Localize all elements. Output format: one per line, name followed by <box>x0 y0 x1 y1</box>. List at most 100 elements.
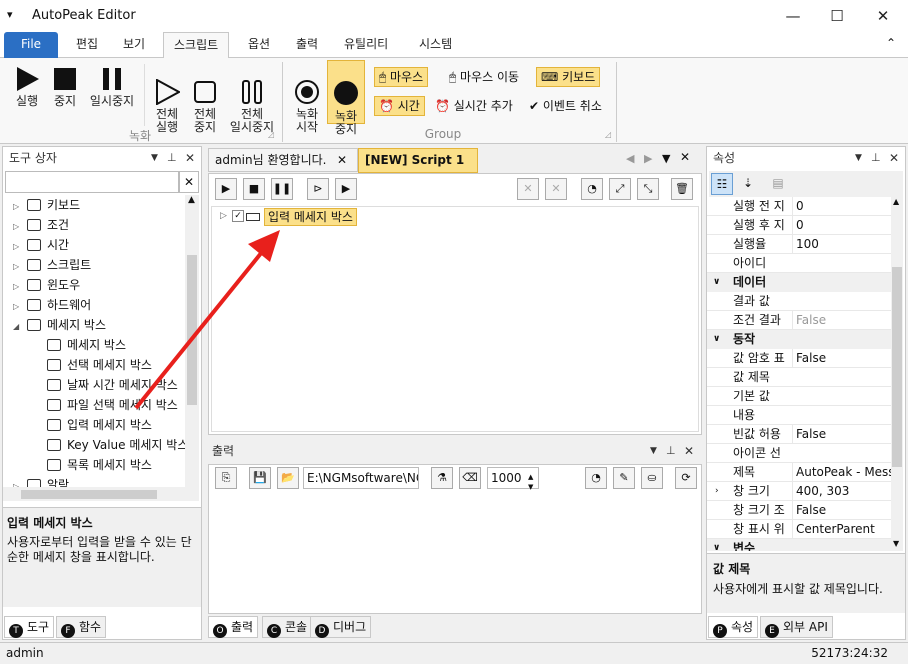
property-category[interactable]: ∨ 데이터 <box>707 273 891 292</box>
tab-debug[interactable]: D 디버그 <box>310 616 372 638</box>
category-collapse-icon[interactable]: ∨ <box>713 539 720 551</box>
tree-expander-icon[interactable]: ▷ <box>13 277 27 297</box>
tab-script[interactable]: 스크립트 <box>163 32 230 59</box>
tree-expander-icon[interactable]: ▷ <box>13 217 27 237</box>
minimize-button[interactable]: — <box>770 0 816 32</box>
toolbox-item[interactable]: ▷ 윈도우 <box>3 275 185 295</box>
event-cancel-toggle[interactable]: ✔ 이벤트 취소 <box>524 96 607 116</box>
property-value[interactable]: False <box>792 349 891 368</box>
toolbox-item[interactable]: ▷ 키보드 <box>3 195 185 215</box>
toolbox-item[interactable]: Key Value 메세지 박스 <box>3 435 185 455</box>
run-button[interactable]: 실행 <box>10 66 44 108</box>
stepper-down-icon[interactable]: ▼ <box>528 477 533 497</box>
property-value[interactable]: 400, 303 <box>792 482 891 501</box>
tab-output-log[interactable]: O 출력 <box>208 616 259 638</box>
auto-scroll-button[interactable]: ⚗ <box>431 467 453 489</box>
save-log-button[interactable]: 💾 <box>249 467 271 489</box>
property-row[interactable]: 아이디 <box>707 254 891 273</box>
tab-external-api[interactable]: E 외부 API <box>760 616 833 638</box>
prop-scroll-up-icon[interactable]: ▲ <box>893 197 899 206</box>
close-editor-icon[interactable]: ✕ <box>680 150 690 164</box>
log-path-input[interactable]: E:\NGMsoftware\NG <box>303 467 419 489</box>
property-row[interactable]: 조건 결과 False <box>707 311 891 330</box>
prop-scroll-down-icon[interactable]: ▼ <box>893 539 899 548</box>
property-value[interactable]: False <box>792 501 891 520</box>
close-button[interactable]: ✕ <box>860 0 906 32</box>
tab-console[interactable]: C 콘솔 <box>262 616 313 638</box>
output-dropdown-icon[interactable]: ▼ <box>650 440 657 462</box>
property-row[interactable]: 실행 전 지 0 <box>707 197 891 216</box>
property-row[interactable]: 내용 <box>707 406 891 425</box>
property-row[interactable]: 결과 값 <box>707 292 891 311</box>
toolbox-item[interactable]: 날짜 시간 메세지 박스 <box>3 375 185 395</box>
close-tab-icon[interactable]: ✕ <box>337 149 347 171</box>
eraser-button[interactable]: ⌫ <box>459 467 481 489</box>
tab-file[interactable]: File <box>4 32 58 58</box>
pause-script-button[interactable]: ❚❚ <box>271 178 293 200</box>
categorized-view-icon[interactable]: ☷ <box>711 173 733 195</box>
property-row[interactable]: 빈값 허용 False <box>707 425 891 444</box>
toolbox-search-input[interactable] <box>5 171 179 193</box>
alphabetical-sort-icon[interactable]: ⇣ <box>737 173 759 195</box>
line-count-stepper[interactable]: 1000 ▲ ▼ <box>487 467 539 491</box>
property-row[interactable]: 제목 AutoPeak - Messa <box>707 463 891 482</box>
tab-view[interactable]: 보기 <box>113 32 155 58</box>
tree-expander-icon[interactable]: ▷ <box>13 257 27 277</box>
keyboard-toggle[interactable]: ⌨ 키보드 <box>536 67 601 87</box>
stop-script-button[interactable]: ■ <box>243 178 265 200</box>
delete-button[interactable]: ✕ <box>517 178 539 200</box>
toolbox-item[interactable]: ▷ 조건 <box>3 215 185 235</box>
clear-search-icon[interactable]: ✕ <box>179 171 199 193</box>
tab-welcome[interactable]: admin님 환영합니다. ✕ <box>208 148 358 172</box>
tree-expander-icon[interactable]: ▷ <box>13 197 27 217</box>
collapse-all-button[interactable]: ⤡ <box>637 178 659 200</box>
output-close-icon[interactable]: ✕ <box>684 440 694 462</box>
tab-options[interactable]: 옵션 <box>238 32 280 58</box>
group-launcher-icon[interactable]: ◿ <box>268 130 274 139</box>
property-row[interactable]: 값 암호 표 False <box>707 349 891 368</box>
step-script-button[interactable]: ⊳ <box>307 178 329 200</box>
reload-button[interactable]: ⟳ <box>675 467 697 489</box>
property-category[interactable]: ∨ 동작 <box>707 330 891 349</box>
tree-expander-icon[interactable]: ▷ <box>13 297 27 317</box>
toolbox-item[interactable]: 파일 선택 메세지 박스 <box>3 395 185 415</box>
category-collapse-icon[interactable]: ∨ <box>713 273 720 292</box>
prop-scroll-thumb[interactable] <box>892 267 902 467</box>
property-row[interactable]: 기본 값 <box>707 387 891 406</box>
realtime-add-toggle[interactable]: ⏰ 실시간 추가 <box>430 96 518 116</box>
property-value[interactable]: AutoPeak - Messa <box>792 463 891 482</box>
record-stop-button[interactable]: 녹화 중지 <box>327 60 365 136</box>
horizontal-scrollbar[interactable] <box>3 487 199 501</box>
open-folder-button[interactable]: 📂 <box>277 467 299 489</box>
toolbox-item[interactable]: 입력 메세지 박스 <box>3 415 185 435</box>
trash-button[interactable]: 🗑 <box>671 178 693 200</box>
tree-expander-icon[interactable]: ◢ <box>13 317 27 337</box>
property-scrollbar[interactable]: ▲ ▼ <box>891 197 903 551</box>
clock-button[interactable]: ◔ <box>585 467 607 489</box>
output-pin-icon[interactable]: ⊥ <box>666 440 676 462</box>
toolbox-item[interactable]: ▷ 스크립트 <box>3 255 185 275</box>
properties-close-icon[interactable]: ✕ <box>889 147 899 169</box>
expand-node-icon[interactable]: ▷ <box>220 211 227 221</box>
category-collapse-icon[interactable]: ∨ <box>713 330 720 349</box>
tab-output[interactable]: 출력 <box>286 32 328 58</box>
property-expand-icon[interactable]: › <box>715 482 719 501</box>
delete-all-button[interactable]: ✕ <box>545 178 567 200</box>
tab-functions[interactable]: F 함수 <box>56 616 107 638</box>
properties-dropdown-icon[interactable]: ▼ <box>855 147 862 169</box>
node-checkbox[interactable]: ✓ <box>232 210 244 222</box>
property-value[interactable]: 0 <box>792 216 891 235</box>
mouse-move-toggle[interactable]: 🖱 마우스 이동 <box>444 67 524 87</box>
brush-button[interactable]: ✎ <box>613 467 635 489</box>
maximize-button[interactable]: ☐ <box>814 0 860 32</box>
mouse-toggle[interactable]: 🖱 마우스 <box>374 67 429 87</box>
property-pages-icon[interactable]: ▤ <box>767 173 789 195</box>
pin-icon[interactable]: ⊥ <box>167 147 177 169</box>
property-value[interactable]: 100 <box>792 235 891 254</box>
property-category[interactable]: ∨ 변수 <box>707 539 891 551</box>
property-row[interactable]: › 창 크기 400, 303 <box>707 482 891 501</box>
toolbox-item[interactable]: ▷ 하드웨어 <box>3 295 185 315</box>
expand-all-button[interactable]: ⤢ <box>609 178 631 200</box>
tab-scroll-right-icon[interactable]: ▶ <box>644 152 652 165</box>
close-panel-icon[interactable]: ✕ <box>185 147 195 169</box>
